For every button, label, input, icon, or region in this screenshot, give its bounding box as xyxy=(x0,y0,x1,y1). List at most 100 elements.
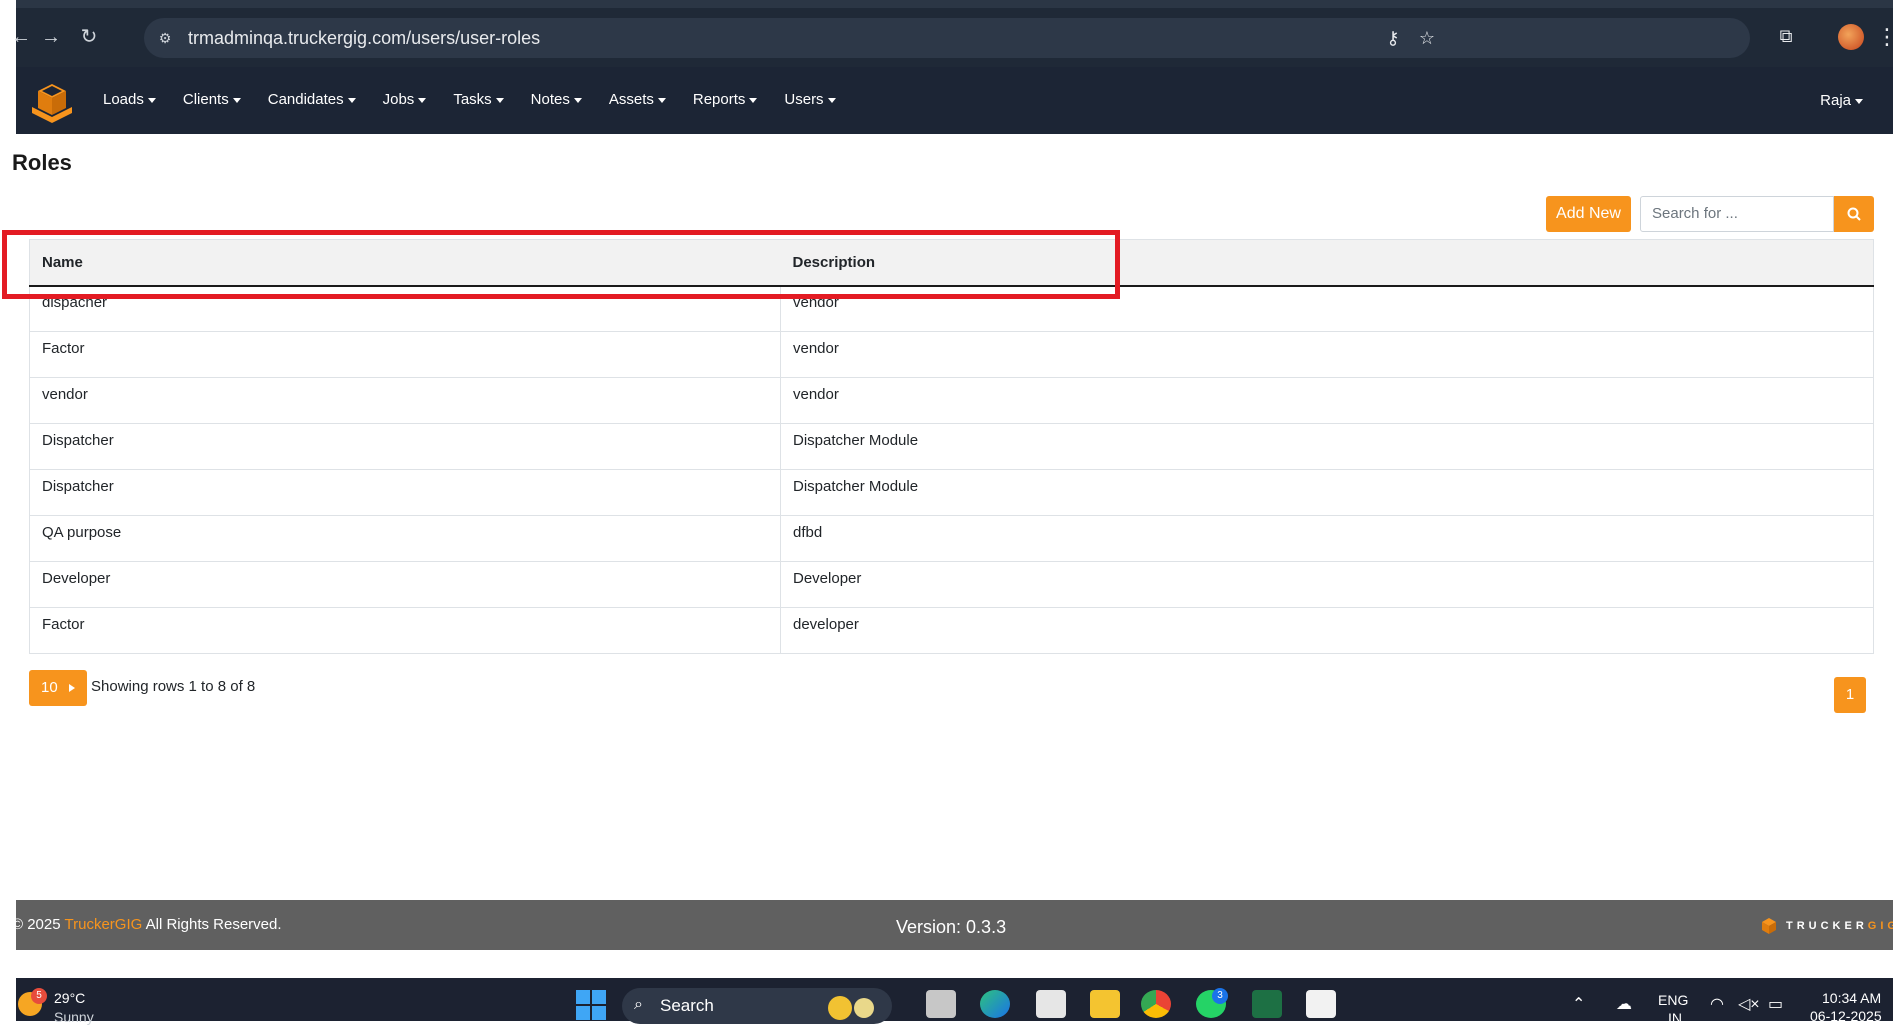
fruit-widget-icon[interactable] xyxy=(854,998,874,1018)
region-indicator: IN xyxy=(1668,1010,1682,1026)
language-indicator[interactable]: ENG xyxy=(1658,992,1688,1008)
address-bar[interactable]: ⚙ trmadminqa.truckergig.com/users/user-r… xyxy=(144,18,1750,58)
truckergig-logo[interactable] xyxy=(28,79,74,123)
weather-temperature: 29°C xyxy=(54,990,86,1006)
cell-name: dispacher xyxy=(29,285,781,332)
table-row[interactable]: QA purpose dfbd xyxy=(29,515,1874,562)
search-button[interactable] xyxy=(1834,196,1874,232)
cell-description: vendor xyxy=(780,331,1874,378)
page-title: Roles xyxy=(12,150,72,175)
windows-taskbar: 5 29°C Sunny ⌕ Search 3 ⌃ ☁ ENG IN ◠ ◁× … xyxy=(16,978,1893,1026)
fruit-widget-icon[interactable] xyxy=(828,996,852,1020)
cell-name: QA purpose xyxy=(29,515,781,562)
cell-description: Dispatcher Module xyxy=(780,469,1874,516)
nav-reports[interactable]: Reports xyxy=(693,91,758,108)
speaker-muted-icon[interactable]: ◁× xyxy=(1738,994,1760,1014)
cell-name: Factor xyxy=(29,331,781,378)
nav-tasks[interactable]: Tasks xyxy=(453,91,504,108)
cell-description: Dispatcher Module xyxy=(780,423,1874,470)
table-row[interactable]: vendor vendor xyxy=(29,377,1874,424)
table-row[interactable]: Dispatcher Dispatcher Module xyxy=(29,423,1874,470)
snipping-tool-icon[interactable] xyxy=(1306,990,1336,1018)
url-text[interactable]: trmadminqa.truckergig.com/users/user-rol… xyxy=(188,28,540,49)
rows-count-text: Showing rows 1 to 8 of 8 xyxy=(91,678,256,695)
add-new-button[interactable]: Add New xyxy=(1546,196,1631,232)
cell-name: vendor xyxy=(29,377,781,424)
nav-users[interactable]: Users xyxy=(784,91,836,108)
caret-down-icon xyxy=(347,97,356,103)
caret-down-icon xyxy=(827,97,836,103)
cell-description: dfbd xyxy=(780,515,1874,562)
nav-candidates[interactable]: Candidates xyxy=(268,91,356,108)
caret-down-icon xyxy=(495,97,504,103)
forward-icon[interactable]: → xyxy=(38,24,64,50)
nav-assets[interactable]: Assets xyxy=(609,91,666,108)
search-icon xyxy=(1847,207,1861,221)
page-footer: © 2025 TruckerGIG All Rights Reserved. V… xyxy=(12,900,1893,950)
excel-icon[interactable] xyxy=(1252,990,1282,1018)
notification-badge: 3 xyxy=(1212,988,1228,1004)
column-header-name[interactable]: Name xyxy=(29,239,781,287)
clock-time[interactable]: 10:34 AM xyxy=(1822,990,1881,1006)
table-header-row: Name Description xyxy=(29,239,1874,287)
nav-notes[interactable]: Notes xyxy=(531,91,582,108)
edge-browser-icon[interactable] xyxy=(980,990,1010,1018)
caret-right-icon xyxy=(69,684,75,692)
onedrive-cloud-icon[interactable]: ☁ xyxy=(1616,994,1632,1014)
weather-description: Sunny xyxy=(54,1009,94,1025)
caret-down-icon xyxy=(573,97,582,103)
cell-description: vendor xyxy=(780,377,1874,424)
browser-menu-icon[interactable]: ⋮ xyxy=(1876,22,1893,52)
microsoft-store-icon[interactable] xyxy=(1036,990,1066,1018)
nav-loads[interactable]: Loads xyxy=(103,91,156,108)
table-row[interactable]: Factor developer xyxy=(29,607,1874,654)
page-size-dropdown[interactable]: 10 xyxy=(29,670,87,706)
password-key-icon[interactable]: ⚷ xyxy=(1382,27,1404,49)
site-info-icon[interactable]: ⚙ xyxy=(156,29,174,47)
cell-description: Developer xyxy=(780,561,1874,608)
caret-down-icon xyxy=(232,97,241,103)
version-text: Version: 0.3.3 xyxy=(896,917,1007,937)
cell-name: Developer xyxy=(29,561,781,608)
table-row[interactable]: Developer Developer xyxy=(29,561,1874,608)
search-input[interactable]: Search for ... xyxy=(1640,196,1834,232)
chevron-up-icon[interactable]: ⌃ xyxy=(1572,994,1585,1014)
cell-name: Dispatcher xyxy=(29,423,781,470)
cell-name: Factor xyxy=(29,607,781,654)
app-navbar: Loads Clients Candidates Jobs Tasks Note… xyxy=(16,67,1893,134)
reload-icon[interactable]: ↻ xyxy=(76,24,102,50)
tab-strip xyxy=(16,0,1893,8)
wifi-icon[interactable]: ◠ xyxy=(1710,994,1724,1014)
page-button-current[interactable]: 1 xyxy=(1834,677,1866,713)
battery-icon[interactable]: ▭ xyxy=(1768,994,1783,1014)
profile-avatar[interactable] xyxy=(1838,24,1864,50)
extensions-icon[interactable]: ⧉ xyxy=(1774,24,1798,48)
nav-jobs[interactable]: Jobs xyxy=(383,91,427,108)
nav-clients[interactable]: Clients xyxy=(183,91,241,108)
clock-date[interactable]: 06-12-2025 xyxy=(1810,1008,1882,1024)
table-row[interactable]: Factor vendor xyxy=(29,331,1874,378)
caret-down-icon xyxy=(147,97,156,103)
windows-start-icon[interactable] xyxy=(576,990,606,1020)
caret-down-icon xyxy=(418,97,427,103)
cell-name: Dispatcher xyxy=(29,469,781,516)
notification-badge: 5 xyxy=(31,988,47,1004)
table-row[interactable]: dispacher vendor xyxy=(29,285,1874,332)
caret-down-icon xyxy=(749,97,758,103)
table-row[interactable]: Dispatcher Dispatcher Module xyxy=(29,469,1874,516)
caret-down-icon xyxy=(657,97,666,103)
file-explorer-icon[interactable] xyxy=(1090,990,1120,1018)
cell-description: vendor xyxy=(780,285,1874,332)
user-menu[interactable]: Raja xyxy=(1820,92,1863,109)
truckergig-logo-small xyxy=(1762,918,1776,934)
roles-table: Name Description dispacher vendor Factor… xyxy=(29,239,1874,654)
back-icon[interactable]: ← xyxy=(8,24,34,50)
chrome-browser-icon[interactable] xyxy=(1141,990,1171,1018)
search-icon: ⌕ xyxy=(634,996,643,1013)
task-view-icon[interactable] xyxy=(926,990,956,1018)
caret-down-icon xyxy=(1855,98,1863,104)
bookmark-star-icon[interactable]: ☆ xyxy=(1416,27,1438,49)
footer-logo: TRUCKERGIG xyxy=(1758,916,1893,936)
column-header-description[interactable]: Description xyxy=(780,239,1874,287)
brand-link[interactable]: TruckerGIG xyxy=(65,916,143,933)
